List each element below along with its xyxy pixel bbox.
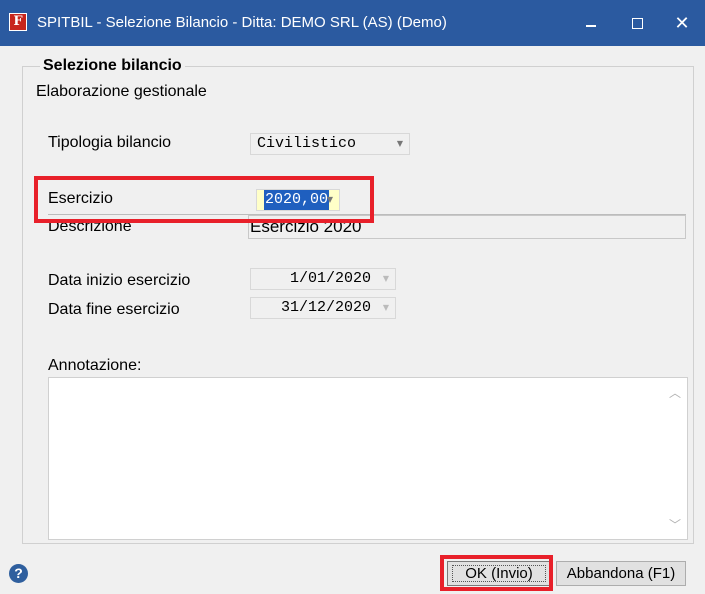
minimize-icon [586,25,596,27]
data-inizio-label: Data inizio esercizio [48,272,191,289]
window-title: SPITBIL - Selezione Bilancio - Ditta: DE… [37,14,447,31]
cancel-button[interactable]: Abbandona (F1) [556,561,686,586]
dropdown-arrow-icon: ▼ [382,303,389,312]
annotazione-label: Annotazione: [48,357,142,374]
tipologia-combo[interactable]: Civilistico ▼ [250,133,410,155]
data-inizio-field: 1/01/2020 ▼ [250,268,396,290]
maximize-button[interactable] [614,0,660,46]
close-icon: ✕ [674,12,690,33]
group-title: Selezione bilancio [40,57,185,75]
scroll-down-icon[interactable]: ﹀ [669,516,681,533]
title-bar[interactable]: F SPITBIL - Selezione Bilancio - Ditta: … [0,0,705,46]
data-fine-field: 31/12/2020 ▼ [250,297,396,319]
close-button[interactable]: ✕ [659,0,705,46]
tipologia-value: Civilistico [257,135,357,152]
scroll-up-icon[interactable]: ︿ [669,384,681,401]
ok-highlight [440,555,553,591]
data-fine-value: 31/12/2020 [280,299,371,316]
cancel-button-label: Abbandona (F1) [566,565,676,582]
help-icon[interactable]: ? [9,564,28,583]
data-inizio-value: 1/01/2020 [289,270,371,287]
group-subtitle: Elaborazione gestionale [36,83,207,100]
maximize-icon [631,17,643,29]
dropdown-arrow-icon: ▼ [382,274,389,283]
app-icon: F [9,13,27,31]
minimize-button[interactable] [568,0,614,46]
tipologia-label: Tipologia bilancio [48,134,172,151]
data-fine-label: Data fine esercizio [48,301,180,318]
dropdown-arrow-icon[interactable]: ▼ [397,134,403,154]
annotazione-textarea[interactable]: ︿ ﹀ [48,377,688,540]
esercizio-highlight [34,176,374,223]
